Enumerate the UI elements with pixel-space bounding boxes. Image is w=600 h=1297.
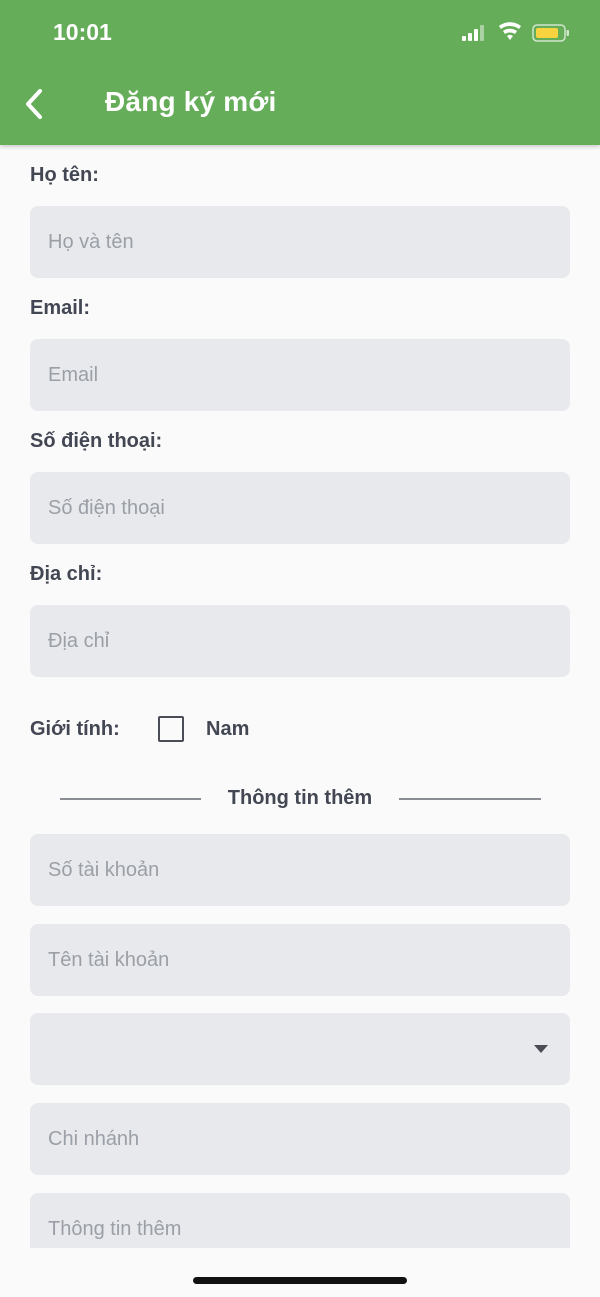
page-title: Đăng ký mới bbox=[105, 86, 277, 117]
account-number-input[interactable]: Số tài khoản bbox=[30, 834, 570, 906]
chevron-left-icon bbox=[26, 89, 42, 119]
status-time: 10:01 bbox=[53, 19, 112, 45]
battery-icon bbox=[532, 24, 569, 42]
gender-male-checkbox[interactable] bbox=[158, 716, 184, 742]
dropdown-arrow-icon bbox=[534, 1045, 548, 1053]
back-button[interactable] bbox=[14, 82, 54, 126]
full-name-input[interactable]: Họ và tên bbox=[30, 206, 570, 278]
home-indicator bbox=[193, 1277, 407, 1284]
signal-icon bbox=[462, 25, 484, 41]
address-input[interactable]: Địa chỉ bbox=[30, 605, 570, 677]
more-info-input[interactable]: Thông tin thêm bbox=[30, 1193, 570, 1248]
phone-input[interactable]: Số điện thoại bbox=[30, 472, 570, 544]
phone-label: Số điện thoại: bbox=[30, 430, 163, 452]
gender-label: Giới tính: bbox=[30, 718, 120, 740]
section-title-text: Thông tin thêm bbox=[223, 787, 377, 809]
gender-male-label[interactable]: Nam bbox=[206, 718, 249, 741]
full-name-label: Họ tên: bbox=[30, 164, 99, 186]
section-title: Thông tin thêm bbox=[0, 787, 600, 810]
account-name-input[interactable]: Tên tài khoản bbox=[30, 924, 570, 996]
bank-select[interactable] bbox=[30, 1013, 570, 1085]
email-input[interactable]: Email bbox=[30, 339, 570, 411]
branch-input[interactable]: Chi nhánh bbox=[30, 1103, 570, 1175]
wifi-icon bbox=[499, 22, 521, 40]
gender-row: Giới tính: Nam bbox=[30, 716, 330, 746]
email-label: Email: bbox=[30, 297, 91, 319]
address-label: Địa chỉ: bbox=[30, 563, 103, 585]
registration-form: Họ tên: Họ và tên Email: Email Số điện t… bbox=[0, 145, 600, 1248]
app-header: 10:01 Đăng ký mới bbox=[0, 0, 600, 145]
status-icons bbox=[462, 22, 570, 44]
